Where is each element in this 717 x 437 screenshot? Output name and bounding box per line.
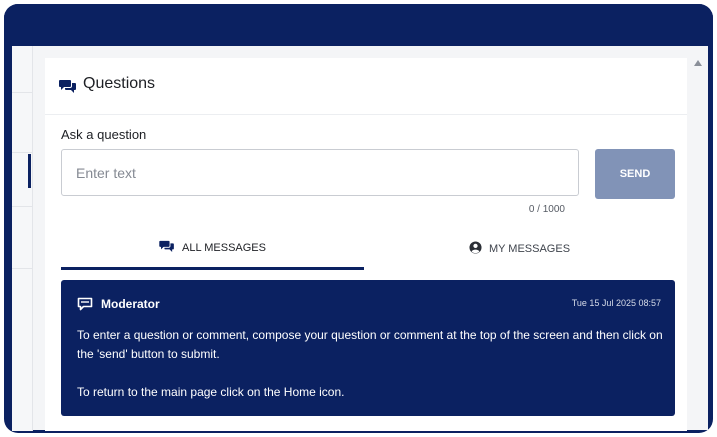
- panel-header: Questions: [45, 58, 687, 115]
- nav-divider: [12, 152, 32, 153]
- scroll-up-arrow-icon[interactable]: [694, 60, 702, 66]
- chat-bubbles-icon: [159, 240, 175, 255]
- tab-my-messages[interactable]: MY MESSAGES: [364, 228, 675, 270]
- tab-all-messages[interactable]: ALL MESSAGES: [61, 228, 364, 270]
- message-timestamp: Tue 15 Jul 2025 08:57: [571, 298, 661, 308]
- left-nav-panel: [12, 46, 33, 431]
- user-circle-icon: [469, 241, 482, 257]
- send-button[interactable]: SEND: [595, 149, 675, 199]
- tab-label: ALL MESSAGES: [182, 241, 266, 254]
- nav-divider: [12, 206, 32, 207]
- chat-bubbles-icon: [59, 79, 77, 98]
- tab-label: MY MESSAGES: [488, 243, 571, 255]
- message-text: To enter a question or comment, compose …: [77, 328, 663, 361]
- questions-content: Questions Ask a question SEND 0 / 1000 A…: [33, 46, 708, 431]
- app-frame: Questions Ask a question SEND 0 / 1000 A…: [4, 4, 713, 433]
- ask-question-label: Ask a question: [61, 127, 147, 142]
- nav-divider: [12, 268, 32, 269]
- message-card: Moderator Tue 15 Jul 2025 08:57 To enter…: [61, 280, 675, 416]
- question-input[interactable]: [61, 149, 579, 196]
- nav-divider: [12, 92, 32, 93]
- moderator-chat-icon: [77, 297, 93, 316]
- panel-title: Questions: [83, 75, 156, 92]
- message-body: To enter a question or comment, compose …: [77, 326, 667, 402]
- message-text: To return to the main page click on the …: [77, 385, 345, 399]
- nav-active-marker: [28, 154, 31, 188]
- character-counter: 0 / 1000: [528, 204, 565, 215]
- questions-card: Questions Ask a question SEND 0 / 1000 A…: [45, 58, 687, 431]
- scrollbar[interactable]: [688, 46, 708, 430]
- message-author: Moderator: [101, 297, 160, 311]
- header-bar: [4, 4, 713, 46]
